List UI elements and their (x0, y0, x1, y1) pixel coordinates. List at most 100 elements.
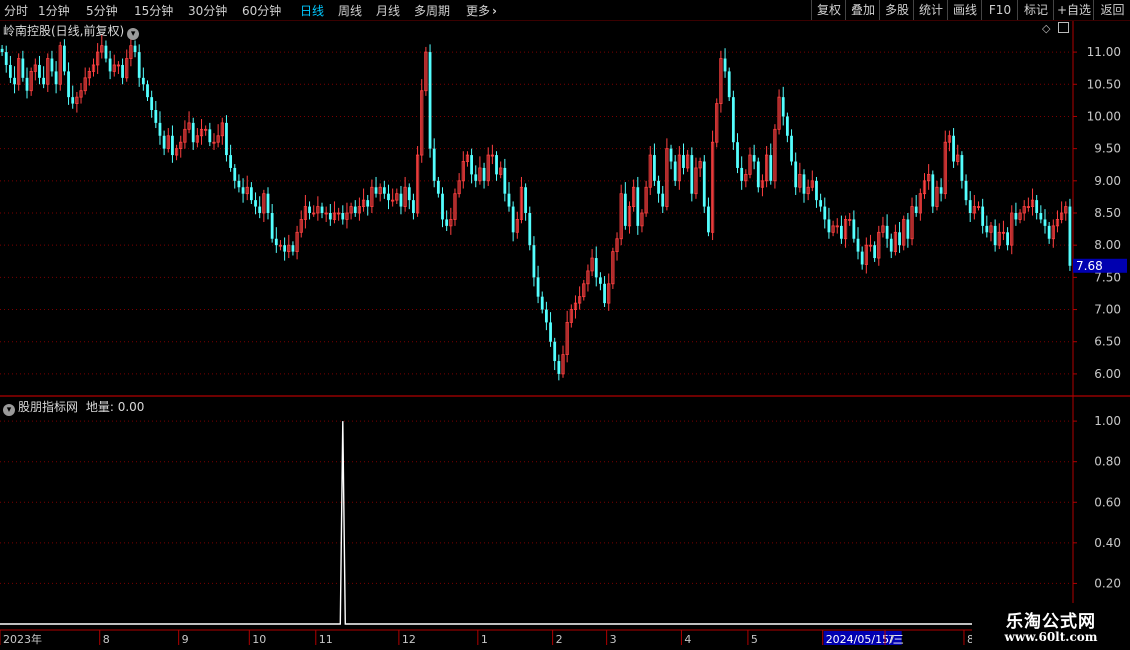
stock-title: 岭南控股(日线,前复权) (3, 24, 125, 38)
candle-body (540, 296, 544, 310)
candle-body (270, 213, 274, 239)
candle-body (952, 135, 955, 162)
date-tick-label: 4 (684, 633, 691, 646)
candle-body (549, 322, 552, 342)
candle-body (42, 77, 46, 85)
axes (0, 21, 1130, 631)
date-tick-label: 1 (481, 633, 488, 646)
candle-body (839, 225, 843, 239)
date-tick-label: 7 (888, 633, 895, 646)
candle-body (823, 206, 827, 220)
candle-body (229, 155, 233, 168)
kline-chart[interactable]: 6.006.507.007.508.008.509.009.5010.0010.… (0, 0, 1130, 650)
candle-body (4, 52, 8, 65)
indicator-field-value: 0.00 (117, 400, 145, 414)
candle-body (237, 180, 241, 188)
candle-body (511, 206, 515, 233)
indicator-tick-label: 0.20 (1094, 576, 1121, 590)
candle-body (141, 77, 145, 85)
candle-body (827, 219, 831, 233)
candle-body (781, 97, 785, 117)
candle-body (794, 161, 798, 188)
indicator-tick-label: 0.40 (1094, 536, 1121, 550)
candle-body (13, 77, 16, 85)
date-tick-label: 9 (182, 633, 189, 646)
candle-body (8, 64, 12, 78)
price-tick-label: 6.00 (1094, 367, 1121, 381)
candle-body (819, 200, 823, 207)
candle-body (993, 225, 997, 246)
diamond-icon[interactable]: ◇ (1042, 22, 1050, 35)
candle-body (964, 180, 968, 201)
candle-body (528, 213, 532, 246)
panel-toggle-icon[interactable] (1057, 22, 1069, 33)
candle-body (428, 52, 432, 149)
chevron-down-icon[interactable]: ▾ (127, 28, 140, 40)
candle-body (623, 193, 627, 226)
price-tick-label: 10.00 (1087, 109, 1121, 123)
candle-body (756, 161, 760, 188)
panel-corner-controls: ◇ (1042, 22, 1069, 35)
date-tick-label: 11 (319, 633, 333, 646)
candle-body (374, 187, 378, 194)
candle-body (67, 71, 70, 98)
candle-body (407, 187, 411, 201)
candle-body (320, 206, 324, 213)
candle-body (328, 213, 332, 220)
candle-body (108, 58, 112, 72)
date-tick-label: 12 (402, 633, 416, 646)
candle-body (960, 155, 964, 181)
candle-body (54, 71, 58, 85)
candle-body (133, 45, 137, 53)
candle-body (274, 238, 278, 246)
candle-body (898, 232, 901, 246)
candle-body (441, 193, 444, 220)
candle-body (445, 219, 449, 226)
price-tick-label: 11.00 (1087, 45, 1121, 59)
candle-body (382, 187, 386, 194)
candle-body (121, 64, 124, 78)
candle-body (802, 174, 806, 194)
candle-body (146, 84, 149, 98)
candle-body (856, 238, 860, 252)
candle-body (1039, 213, 1043, 220)
candle-body (1035, 200, 1039, 213)
candle-body (503, 167, 507, 194)
date-tick-label: 5 (751, 633, 758, 646)
indicator-tick-label: 1.00 (1094, 414, 1121, 428)
candle-body (249, 187, 253, 201)
candle-body (981, 206, 985, 226)
candle-body (885, 225, 889, 239)
candle-body (939, 187, 943, 194)
candle-body (1047, 225, 1051, 239)
candle-body (673, 161, 677, 181)
candle-body (387, 193, 390, 201)
candle-body (21, 58, 25, 78)
candle-body (603, 283, 606, 304)
chevron-down-icon[interactable]: ▾ (3, 404, 15, 416)
price-tick-label: 8.00 (1094, 238, 1121, 252)
date-axis: 2023年 8 9 10 11 12 1 2 3 4 5 2024/05/15/三7 8 (0, 630, 974, 646)
candle-body (914, 206, 918, 213)
price-tick-label: 7.00 (1094, 303, 1121, 317)
indicator-panel-title: ▾ 股朋指标网 地量: 0.00 (3, 398, 144, 416)
candle-body (50, 58, 54, 72)
candle-body (906, 219, 910, 239)
candle-body (191, 122, 195, 143)
candle-body (682, 155, 685, 168)
candle-body (308, 206, 311, 213)
candle-body (399, 193, 403, 207)
candle-body (507, 193, 511, 207)
candle-body (291, 245, 295, 252)
candlestick-series (0, 34, 1072, 381)
candle-body (436, 180, 440, 194)
candle-body (544, 309, 548, 323)
candle-body (266, 193, 270, 213)
candle-body (790, 135, 793, 162)
date-tick-label: 2 (556, 633, 563, 646)
candle-body (931, 174, 935, 207)
candle-body (860, 251, 864, 265)
candle-body (71, 97, 75, 104)
candle-body (412, 200, 415, 213)
candle-body (669, 148, 673, 162)
